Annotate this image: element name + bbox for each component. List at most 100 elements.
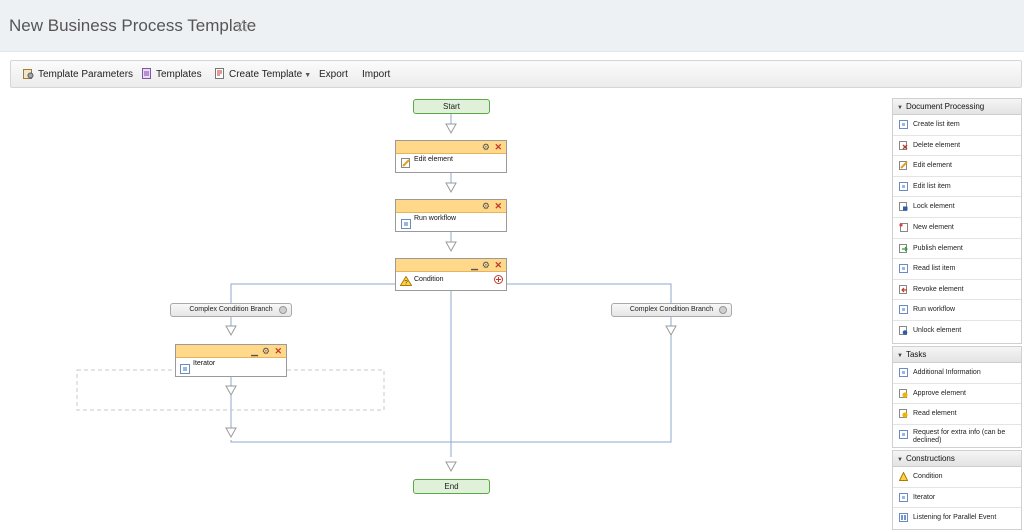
start-node[interactable]: Start	[413, 99, 490, 114]
close-icon[interactable]: ✕	[494, 200, 502, 212]
branch-close-icon[interactable]	[279, 306, 287, 314]
list-item[interactable]: Unlock element	[893, 321, 1021, 342]
list-item[interactable]: Revoke element	[893, 280, 1021, 301]
iterator-node[interactable]: ▁ ⚙ ✕ Iterator	[175, 344, 287, 377]
add-branch-icon[interactable]	[494, 275, 503, 284]
toolbar: Template Parameters Templates Create Tem…	[10, 60, 1022, 88]
arrow-marker	[445, 241, 457, 253]
gear-icon[interactable]: ⚙	[482, 200, 490, 212]
list-item-label: Delete element	[913, 141, 961, 149]
create-list-item-icon	[899, 120, 908, 129]
title-bar: New Business Process Template ☆	[0, 0, 1024, 52]
list-item[interactable]: Approve element	[893, 384, 1021, 405]
list-item-label: Create list item	[913, 121, 960, 128]
delete-element-icon	[899, 140, 908, 150]
templates-button[interactable]: Templates	[141, 61, 202, 89]
collapse-triangle-icon: ▼	[897, 457, 903, 463]
workflow-icon	[401, 219, 411, 229]
additional-information-icon	[899, 368, 908, 377]
node-header: ▁ ⚙ ✕	[176, 345, 286, 358]
list-item-label: Lock element	[913, 203, 955, 211]
gear-icon[interactable]: ⚙	[262, 345, 270, 357]
node-label: Iterator	[193, 360, 216, 367]
document-processing-header[interactable]: ▼ Document Processing	[893, 99, 1021, 115]
minimize-icon[interactable]: ▁	[251, 345, 258, 357]
list-item-label: Condition	[913, 473, 943, 480]
parallel-event-icon	[899, 513, 908, 523]
list-item-label: Read element	[913, 410, 957, 418]
read-list-item-icon	[899, 264, 908, 274]
approve-icon	[899, 388, 908, 398]
export-button[interactable]: Export	[319, 61, 348, 89]
gear-icon[interactable]: ⚙	[482, 259, 490, 271]
list-item[interactable]: Publish element	[893, 239, 1021, 260]
arrow-marker	[445, 123, 457, 135]
list-item[interactable]: Iterator	[893, 488, 1021, 509]
constructions-header[interactable]: ▼ Constructions	[893, 451, 1021, 467]
request-info-icon	[899, 429, 908, 439]
list-item[interactable]: New element	[893, 218, 1021, 239]
list-item[interactable]: Create list item	[893, 115, 1021, 136]
close-icon[interactable]: ✕	[494, 141, 502, 153]
node-header: ⚙ ✕	[396, 200, 506, 213]
list-item[interactable]: Read element	[893, 404, 1021, 425]
run-workflow-node[interactable]: ⚙ ✕ Run workflow	[395, 199, 507, 232]
list-item[interactable]: Run workflow	[893, 300, 1021, 321]
list-item[interactable]: Listening for Parallel Event	[893, 508, 1021, 529]
lock-icon	[899, 202, 908, 212]
end-node[interactable]: End	[413, 479, 490, 494]
tasks-header[interactable]: ▼ Tasks	[893, 347, 1021, 363]
minimize-icon[interactable]: ▁	[471, 259, 478, 271]
list-item-label: Read list item	[913, 265, 956, 273]
template-parameters-button[interactable]: Template Parameters	[23, 61, 133, 89]
iterator-icon	[899, 492, 908, 502]
list-item-label: Revoke element	[913, 285, 964, 293]
node-header: ⚙ ✕	[396, 141, 506, 154]
complex-condition-branch-left[interactable]: Complex Condition Branch	[170, 303, 292, 317]
condition-icon	[899, 472, 908, 481]
templates-icon	[142, 68, 151, 79]
chevron-down-icon: ▼	[304, 72, 312, 79]
create-template-button[interactable]: Create Template ▼	[214, 61, 311, 89]
complex-condition-branch-right[interactable]: Complex Condition Branch	[611, 303, 732, 317]
list-item[interactable]: Condition	[893, 467, 1021, 488]
templates-label: Templates	[156, 69, 202, 80]
list-item-label: Iterator	[913, 493, 936, 501]
tasks-panel: ▼ Tasks Additional Information Approve el…	[892, 346, 1022, 448]
node-header: ▁ ⚙ ✕	[396, 259, 506, 272]
list-item[interactable]: Delete element	[893, 136, 1021, 157]
edit-element-node[interactable]: ⚙ ✕ Edit element	[395, 140, 507, 173]
parameters-icon	[23, 69, 34, 79]
list-item[interactable]: Read list item	[893, 259, 1021, 280]
list-item[interactable]: Request for extra info (can be declined)	[893, 425, 1021, 452]
new-element-icon	[899, 222, 908, 232]
close-icon[interactable]: ✕	[274, 345, 282, 357]
list-item[interactable]: Edit list item	[893, 177, 1021, 198]
branch-label: Complex Condition Branch	[189, 306, 273, 313]
create-template-label: Create Template	[229, 69, 303, 80]
publish-icon	[899, 243, 908, 253]
arrow-marker	[445, 461, 457, 473]
page-title: New Business Process Template	[9, 16, 257, 35]
list-item[interactable]: Edit element	[893, 156, 1021, 177]
arrow-marker	[445, 182, 457, 194]
list-item-label: Run workflow	[913, 306, 956, 314]
panel-title: Tasks	[905, 350, 927, 359]
gear-icon[interactable]: ⚙	[482, 141, 490, 153]
import-button[interactable]: Import	[362, 61, 390, 89]
iterator-icon	[180, 364, 190, 374]
arrow-marker	[225, 427, 237, 439]
panel-title: Document Processing	[905, 102, 985, 111]
condition-node[interactable]: ▁ ⚙ ✕ ? Condition	[395, 258, 507, 291]
branch-close-icon[interactable]	[719, 306, 727, 314]
list-item-label: New element	[913, 223, 954, 231]
list-item[interactable]: Lock element	[893, 197, 1021, 218]
run-workflow-icon	[899, 305, 908, 315]
workflow-canvas[interactable]: Start ⚙ ✕ Edit element ⚙ ✕ Run workflow …	[0, 92, 888, 528]
node-label: Run workflow	[414, 215, 457, 222]
list-item[interactable]: Additional Information	[893, 363, 1021, 384]
favorite-star-icon[interactable]: ☆	[235, 17, 250, 37]
close-icon[interactable]: ✕	[494, 259, 502, 271]
edit-list-item-icon	[899, 181, 908, 191]
list-item-label: Listening for Parallel Event	[913, 514, 997, 522]
